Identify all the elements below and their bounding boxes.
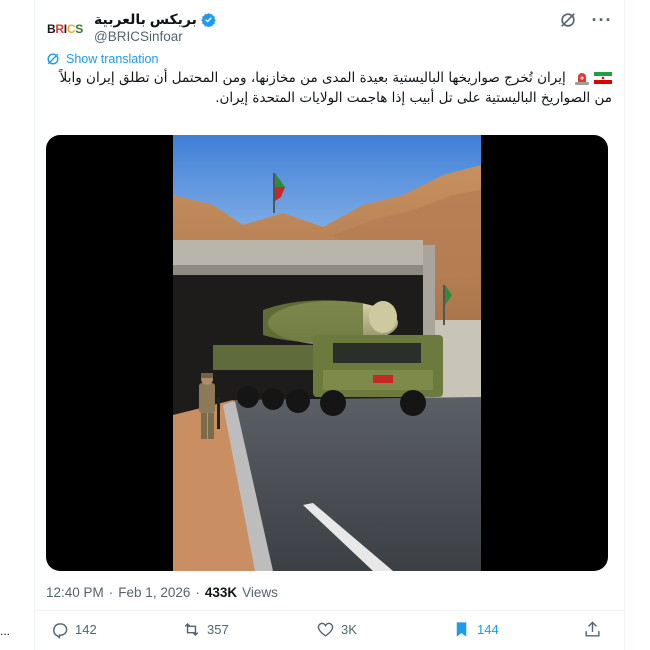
- verified-badge-icon: [201, 12, 216, 27]
- bookmark-icon: [456, 622, 467, 637]
- reply-count: 142: [75, 622, 97, 637]
- meta-dot: ·: [108, 585, 114, 600]
- show-translation-link[interactable]: Show translation: [46, 52, 158, 66]
- like-button[interactable]: 3K: [316, 620, 357, 639]
- account-handle[interactable]: @BRICSinfoar: [94, 29, 183, 44]
- translate-icon: [47, 53, 59, 65]
- display-name[interactable]: بريكس بالعربية: [94, 11, 197, 28]
- header-actions: ···: [558, 10, 612, 30]
- share-icon: [585, 621, 600, 637]
- meta-dot: ·: [195, 585, 200, 600]
- avatar-letter: S: [75, 22, 83, 36]
- repost-button[interactable]: 357: [182, 620, 229, 639]
- avatar[interactable]: BRICS: [46, 10, 84, 48]
- repost-count: 357: [207, 622, 229, 637]
- avatar-letter: R: [55, 22, 64, 36]
- heart-icon: [317, 622, 334, 637]
- bookmark-button[interactable]: 144: [452, 620, 499, 639]
- more-dots-icon[interactable]: ···: [592, 10, 612, 30]
- video-frame: [173, 135, 481, 571]
- iran-flag-icon: [594, 72, 612, 84]
- share-button[interactable]: [583, 620, 602, 639]
- repost-icon: [184, 622, 199, 637]
- tweet-body: إيران تُخرج صواريخها الباليستية بعيدة ال…: [59, 70, 612, 106]
- overflow-dots: ...: [0, 624, 11, 638]
- tweet-header: BRICS بريكس بالعربية @BRICSinfoar ···: [46, 8, 612, 48]
- reply-button[interactable]: 142: [50, 620, 97, 639]
- tweet-time[interactable]: 12:40 PM: [46, 585, 104, 600]
- tweet-meta: 12:40 PM · Feb 1, 2026 · 433K Views: [46, 585, 278, 600]
- display-name-row[interactable]: بريكس بالعربية: [94, 10, 216, 28]
- views-count: 433K: [204, 585, 238, 600]
- action-bar: 142 357 3K 144: [46, 620, 612, 646]
- card-left-border: [34, 0, 35, 650]
- divider: [34, 610, 624, 611]
- avatar-letter: C: [66, 22, 76, 36]
- show-translation-label[interactable]: Show translation: [66, 52, 158, 66]
- avatar-logo: BRICS: [47, 22, 83, 36]
- tweet-text: إيران تُخرج صواريخها الباليستية بعيدة ال…: [46, 68, 612, 108]
- card-right-border: [624, 0, 625, 650]
- views-label: Views: [242, 585, 278, 600]
- grok-slash-circle-icon[interactable]: [558, 10, 578, 30]
- siren-icon: [575, 73, 589, 85]
- tweet-date[interactable]: Feb 1, 2026: [118, 585, 190, 600]
- video-player[interactable]: [46, 135, 608, 571]
- reply-icon: [53, 623, 68, 639]
- bookmark-count: 144: [477, 622, 499, 637]
- like-count: 3K: [341, 622, 357, 637]
